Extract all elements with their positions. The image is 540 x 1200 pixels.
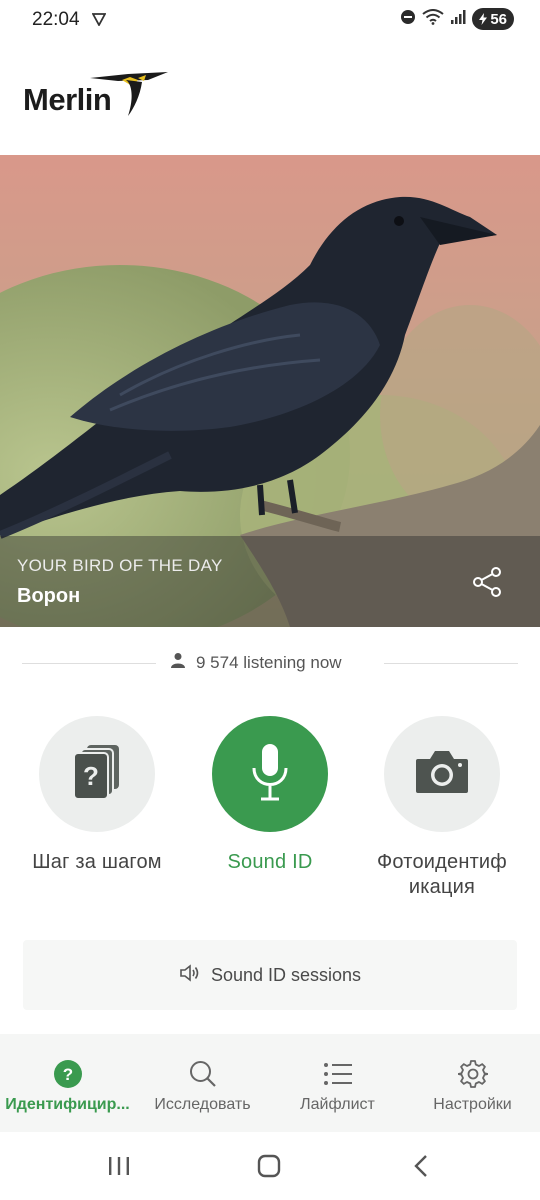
app-header: Merlin	[0, 42, 540, 155]
back-icon[interactable]	[410, 1154, 434, 1183]
cards-question-icon: ?	[71, 743, 123, 806]
step-by-step-button[interactable]: ? Шаг за шагом	[12, 716, 182, 875]
photo-id-circle[interactable]	[384, 716, 500, 832]
person-icon	[170, 652, 186, 673]
camera-icon	[414, 749, 470, 800]
nav-identify-label: Идентифицир...	[5, 1096, 130, 1113]
recent-apps-icon[interactable]	[107, 1154, 131, 1183]
step-by-step-label: Шаг за шагом	[32, 851, 162, 873]
status-icons: 56	[400, 8, 514, 30]
bottom-navigation: ? Идентифицир... Исследовать Лайфлист На…	[0, 1034, 540, 1132]
bird-of-the-day-kicker: YOUR BIRD OF THE DAY	[17, 556, 223, 575]
sound-id-sessions-label: Sound ID sessions	[210, 964, 362, 985]
listening-count: 9 574 listening now	[196, 652, 342, 672]
status-time: 22:04	[32, 9, 80, 30]
list-icon	[270, 1058, 405, 1090]
photo-id-label-line2: икация	[408, 876, 476, 898]
bird-name: Ворон	[17, 585, 81, 607]
listening-now-row: 9 574 listening now	[22, 648, 518, 680]
question-circle-icon: ?	[0, 1058, 135, 1090]
nav-identify[interactable]: ? Идентифицир...	[0, 1058, 135, 1114]
navigation-arrow-icon	[91, 12, 107, 31]
nav-settings[interactable]: Настройки	[405, 1058, 540, 1114]
nav-lifelist-label: Лайфлист	[300, 1096, 375, 1113]
home-icon[interactable]	[257, 1154, 281, 1183]
wifi-icon	[422, 8, 444, 30]
status-bar: 22:04 56	[0, 0, 540, 42]
photo-id-button[interactable]: Фотоидентиф икация	[357, 716, 527, 900]
svg-text:?: ?	[62, 1065, 72, 1084]
search-icon	[135, 1058, 270, 1090]
nav-explore[interactable]: Исследовать	[135, 1058, 270, 1114]
microphone-icon	[250, 742, 290, 807]
nav-lifelist[interactable]: Лайфлист	[270, 1058, 405, 1114]
sound-id-circle[interactable]	[212, 716, 328, 832]
photo-id-label: Фотоидентиф икация	[357, 850, 527, 900]
nav-explore-label: Исследовать	[154, 1096, 251, 1113]
photo-id-label-line1: Фотоидентиф	[377, 851, 507, 873]
gear-icon	[405, 1058, 540, 1090]
svg-text:?: ?	[83, 761, 99, 791]
divider	[22, 663, 156, 664]
listening-now: 9 574 listening now	[170, 652, 342, 673]
signal-icon	[450, 9, 466, 30]
merlin-logo-icon	[88, 68, 170, 127]
do-not-disturb-icon	[400, 9, 416, 30]
battery-level: 56	[490, 10, 507, 28]
battery-icon: 56	[472, 8, 514, 30]
share-icon[interactable]	[470, 564, 506, 600]
divider	[384, 663, 518, 664]
sound-id-label: Sound ID	[227, 851, 313, 873]
system-navigation-bar	[0, 1132, 540, 1200]
sound-id-sessions-button[interactable]: Sound ID sessions	[23, 940, 517, 1010]
speaker-icon	[179, 963, 201, 987]
nav-settings-label: Настройки	[433, 1096, 512, 1113]
sound-id-button[interactable]: Sound ID	[185, 716, 355, 875]
bird-of-the-day-card[interactable]: YOUR BIRD OF THE DAY Ворон	[0, 155, 540, 627]
step-by-step-circle[interactable]: ?	[39, 716, 155, 832]
bird-of-the-day-caption: YOUR BIRD OF THE DAY Ворон	[0, 536, 540, 627]
